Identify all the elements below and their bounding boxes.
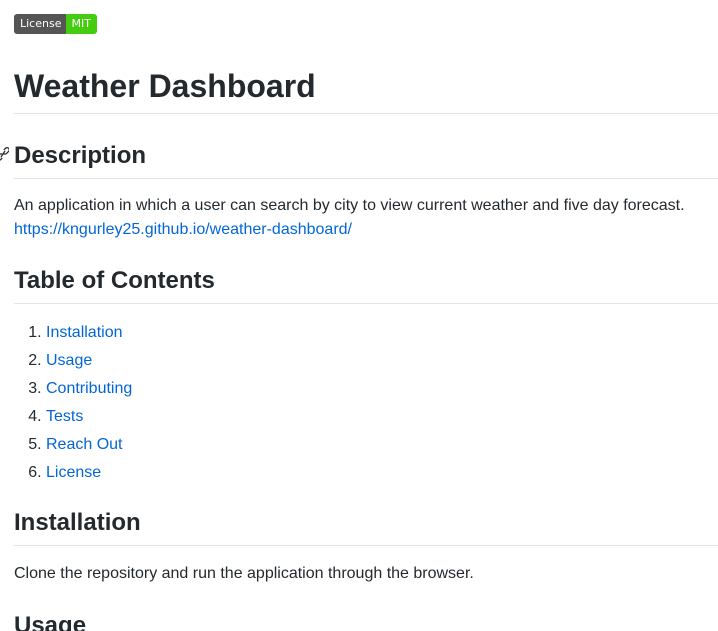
toc-item: Reach Out (46, 431, 132, 459)
page-title: Weather Dashboard (14, 64, 718, 114)
link-icon[interactable] (0, 147, 9, 161)
toc-item: Tests (46, 403, 132, 431)
toc-item: License (46, 459, 132, 487)
readme-page: License MIT Weather Dashboard Descriptio… (0, 0, 718, 631)
toc-heading: Table of Contents (14, 265, 718, 304)
installation-heading: Installation (14, 507, 718, 546)
installation-text: Clone the repository and run the applica… (14, 565, 474, 582)
toc-item: Installation (46, 319, 132, 347)
license-badge[interactable]: License MIT (14, 14, 97, 34)
toc-list: Installation Usage Contributing Tests Re… (14, 319, 132, 487)
description-text-block: An application in which a user can searc… (14, 194, 685, 242)
usage-heading: Usage (14, 612, 87, 631)
deployed-app-link[interactable]: https://kngurley25.github.io/weather-das… (14, 221, 352, 238)
toc-link-tests[interactable]: Tests (46, 408, 83, 425)
toc-link-contributing[interactable]: Contributing (46, 380, 132, 397)
description-text: An application in which a user can searc… (14, 197, 685, 214)
toc-link-reach-out[interactable]: Reach Out (46, 436, 122, 453)
toc-link-usage[interactable]: Usage (46, 352, 92, 369)
toc-item: Contributing (46, 375, 132, 403)
license-badge-label: License (14, 14, 67, 34)
license-badge-value: MIT (66, 14, 97, 34)
description-heading: Description (14, 140, 718, 179)
toc-link-license[interactable]: License (46, 464, 101, 481)
toc-item: Usage (46, 347, 132, 375)
toc-link-installation[interactable]: Installation (46, 324, 123, 341)
